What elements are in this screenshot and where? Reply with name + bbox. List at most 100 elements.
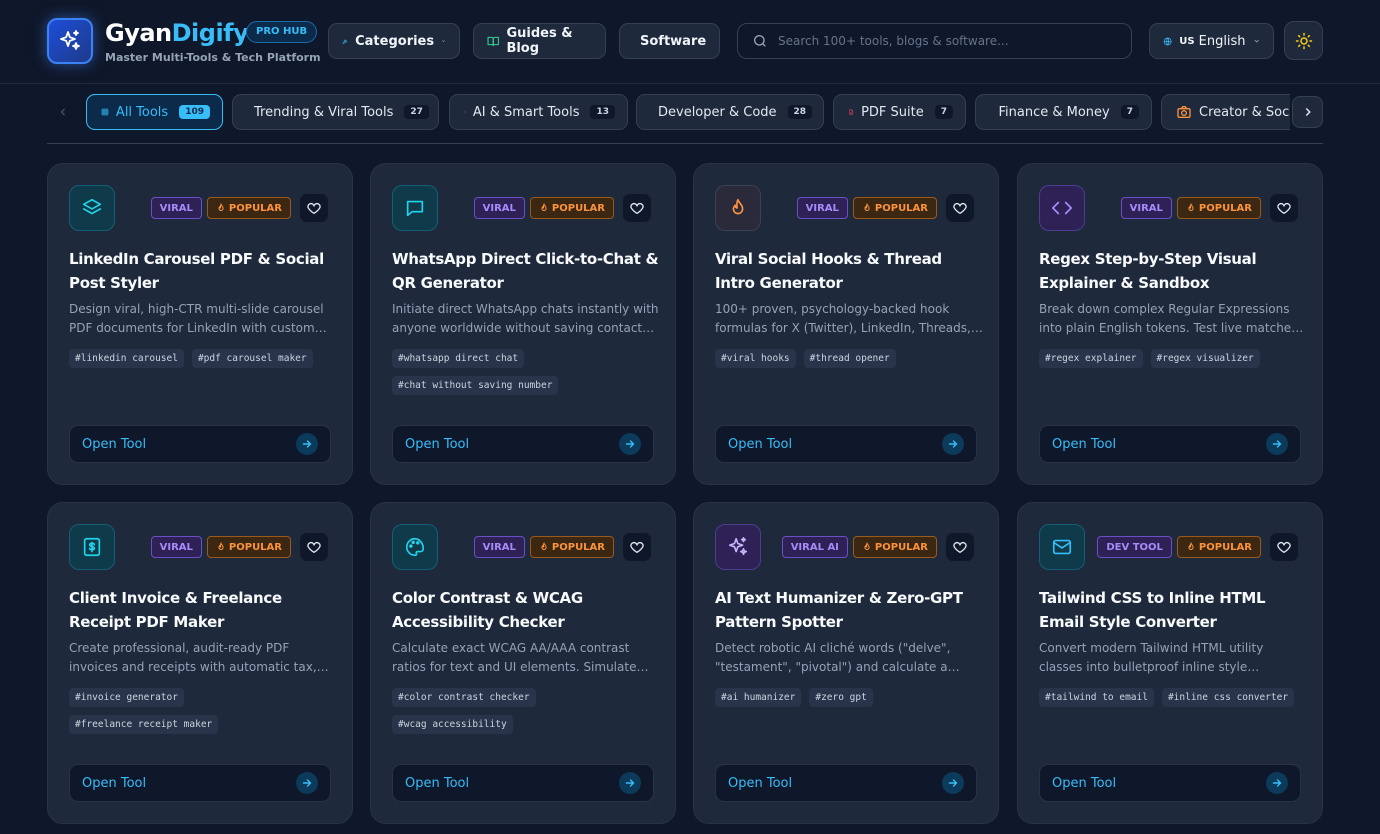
scroll-left-button[interactable] <box>52 101 74 123</box>
tab-trending-viral[interactable]: Trending & Viral Tools 27 <box>232 94 439 130</box>
layers-icon <box>82 198 102 215</box>
tool-title[interactable]: Client Invoice & Freelance Receipt PDF M… <box>69 586 339 634</box>
favorite-button[interactable] <box>299 193 329 223</box>
tool-title[interactable]: Color Contrast & WCAG Accessibility Chec… <box>392 586 662 634</box>
tool-card[interactable]: VIRAL POPULAR LinkedIn Carousel PDF & So… <box>47 163 353 485</box>
tab-finance-money[interactable]: Finance & Money 7 <box>975 94 1152 130</box>
tag-list: #ai humanizer #zero gpt <box>715 688 983 707</box>
badge-group: VIRAL POPULAR <box>473 197 614 219</box>
tool-title[interactable]: LinkedIn Carousel PDF & Social Post Styl… <box>69 247 339 295</box>
tool-title[interactable]: Regex Step-by-Step Visual Explainer & Sa… <box>1039 247 1309 295</box>
tab-developer-code[interactable]: Developer & Code 28 <box>636 94 824 130</box>
theme-toggle-button[interactable] <box>1284 21 1323 60</box>
guides-blog-button[interactable]: Guides & Blog <box>473 23 606 59</box>
tool-card[interactable]: VIRAL AI POPULAR AI Text Humanizer & Zer… <box>693 502 999 824</box>
badge-group: VIRAL POPULAR <box>150 197 291 219</box>
tag[interactable]: #linkedin carousel <box>69 349 184 368</box>
tab-pdf-suite[interactable]: PDF Suite 7 <box>833 94 966 130</box>
tool-card[interactable]: DEV TOOL POPULAR Tailwind CSS to Inline … <box>1017 502 1323 824</box>
tag[interactable]: #invoice generator <box>69 688 184 707</box>
open-tool-button[interactable]: Open Tool <box>69 764 331 802</box>
brand-part1: Gyan <box>105 19 172 47</box>
tool-description: Detect robotic AI cliché words ("delve",… <box>715 641 951 674</box>
tab-count: 27 <box>404 105 429 119</box>
scroll-right-button[interactable] <box>1292 96 1323 128</box>
tag[interactable]: #regex explainer <box>1039 349 1143 368</box>
tag-list: #viral hooks #thread opener <box>715 349 983 368</box>
open-tool-button[interactable]: Open Tool <box>1039 764 1301 802</box>
open-tool-button[interactable]: Open Tool <box>715 425 977 463</box>
tool-title[interactable]: WhatsApp Direct Click-to-Chat & QR Gener… <box>392 247 662 295</box>
open-tool-button[interactable]: Open Tool <box>392 425 654 463</box>
tool-card[interactable]: VIRAL POPULAR Viral Social Hooks & Threa… <box>693 163 999 485</box>
tag[interactable]: #color contrast checker <box>392 688 536 707</box>
tag[interactable]: #ai humanizer <box>715 688 802 707</box>
tool-card[interactable]: VIRAL POPULAR Color Contrast & WCAG Acce… <box>370 502 676 824</box>
palette-icon <box>406 537 425 557</box>
flame-icon <box>732 198 744 215</box>
tool-description: Initiate direct WhatsApp chats instantly… <box>392 302 659 335</box>
trending-up-icon <box>990 111 992 113</box>
tab-label: Creator & Soci <box>1199 104 1290 120</box>
tab-label: Developer & Code <box>658 104 777 120</box>
tag[interactable]: #zero gpt <box>809 688 873 707</box>
tool-card[interactable]: VIRAL POPULAR WhatsApp Direct Click-to-C… <box>370 163 676 485</box>
open-tool-label: Open Tool <box>1052 775 1117 791</box>
tag[interactable]: #wcag accessibility <box>392 715 513 734</box>
tag[interactable]: #chat without saving number <box>392 376 559 395</box>
badge-group: VIRAL POPULAR <box>1120 197 1261 219</box>
open-tool-button[interactable]: Open Tool <box>715 764 977 802</box>
favorite-button[interactable] <box>945 532 975 562</box>
arrow-circle <box>619 433 641 455</box>
arrow-circle <box>1266 772 1288 794</box>
popular-label: POPULAR <box>1198 541 1252 553</box>
heart-icon <box>1277 541 1291 553</box>
flame-icon <box>864 203 870 212</box>
tag[interactable]: #viral hooks <box>715 349 796 368</box>
tool-icon-box <box>69 185 115 231</box>
open-tool-button[interactable]: Open Tool <box>69 425 331 463</box>
popular-badge: POPULAR <box>852 197 937 219</box>
search-bar[interactable] <box>737 23 1132 59</box>
popular-label: POPULAR <box>228 202 282 214</box>
tool-card[interactable]: VIRAL POPULAR Regex Step-by-Step Visual … <box>1017 163 1323 485</box>
categories-button[interactable]: Categories <box>328 23 460 59</box>
open-tool-button[interactable]: Open Tool <box>1039 425 1301 463</box>
tab-creator-social[interactable]: Creator & Soci <box>1161 94 1290 130</box>
tool-icon-box <box>1039 185 1085 231</box>
tag[interactable]: #regex visualizer <box>1150 349 1260 368</box>
favorite-button[interactable] <box>299 532 329 562</box>
tool-title[interactable]: Viral Social Hooks & Thread Intro Genera… <box>715 247 985 295</box>
favorite-button[interactable] <box>1269 532 1299 562</box>
tag[interactable]: #freelance receipt maker <box>69 715 219 734</box>
popular-label: POPULAR <box>228 541 282 553</box>
tool-card[interactable]: VIRAL POPULAR Client Invoice & Freelance… <box>47 502 353 824</box>
tagline: Master Multi-Tools & Tech Platform <box>105 51 321 64</box>
favorite-button[interactable] <box>945 193 975 223</box>
favorite-button[interactable] <box>1269 193 1299 223</box>
heart-icon <box>630 202 644 214</box>
favorite-button[interactable] <box>622 193 652 223</box>
badge-group: VIRAL POPULAR <box>796 197 937 219</box>
tab-ai-smart[interactable]: AI & Smart Tools 13 <box>449 94 628 130</box>
logo[interactable] <box>47 18 93 64</box>
tag[interactable]: #whatsapp direct chat <box>392 349 525 368</box>
chevron-down-icon <box>442 40 445 42</box>
tab-all-tools[interactable]: All Tools 109 <box>86 94 223 130</box>
tag[interactable]: #inline css converter <box>1161 688 1295 707</box>
tag-list: #whatsapp direct chat #chat without savin… <box>392 349 660 395</box>
tool-description: Calculate exact WCAG AA/AAA contrast rat… <box>392 641 637 674</box>
file-icon <box>849 109 854 115</box>
open-tool-button[interactable]: Open Tool <box>392 764 654 802</box>
tag[interactable]: #thread opener <box>803 349 896 368</box>
tag[interactable]: #pdf carousel maker <box>191 349 313 368</box>
tool-title[interactable]: Tailwind CSS to Inline HTML Email Style … <box>1039 586 1309 634</box>
favorite-button[interactable] <box>622 532 652 562</box>
language-selector[interactable]: US English <box>1149 23 1274 59</box>
software-button[interactable]: Software <box>619 23 720 59</box>
search-input[interactable] <box>778 34 1108 48</box>
tag[interactable]: #tailwind to email <box>1039 688 1154 707</box>
brand-name[interactable]: GyanDigify <box>105 19 249 47</box>
tool-title[interactable]: AI Text Humanizer & Zero-GPT Pattern Spo… <box>715 586 985 634</box>
arrow-circle <box>296 772 318 794</box>
